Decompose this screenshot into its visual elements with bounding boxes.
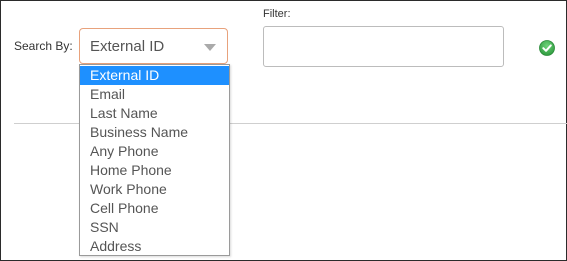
search-by-dropdown-list: External ID Email Last Name Business Name An…	[79, 64, 230, 256]
dropdown-option[interactable]: External ID	[80, 66, 229, 85]
filter-input[interactable]	[263, 26, 504, 67]
dropdown-option[interactable]: SSN	[80, 218, 229, 237]
dropdown-option[interactable]: Last Name	[80, 104, 229, 123]
dropdown-option[interactable]: Email	[80, 85, 229, 104]
dropdown-option[interactable]: Cell Phone	[80, 199, 229, 218]
search-by-selected-value: External ID	[90, 38, 165, 55]
filter-label: Filter:	[263, 8, 291, 20]
dropdown-option[interactable]: Any Phone	[80, 142, 229, 161]
check-circle-icon[interactable]	[539, 40, 555, 56]
search-by-select[interactable]: External ID	[79, 28, 228, 64]
caret-down-icon	[204, 44, 216, 51]
search-by-label: Search By:	[14, 39, 73, 53]
dropdown-option[interactable]: Home Phone	[80, 161, 229, 180]
dropdown-option[interactable]: Work Phone	[80, 180, 229, 199]
search-panel: Search By: External ID Filter: External …	[0, 0, 567, 261]
dropdown-option[interactable]: Business Name	[80, 123, 229, 142]
dropdown-option[interactable]: Address	[80, 237, 229, 256]
